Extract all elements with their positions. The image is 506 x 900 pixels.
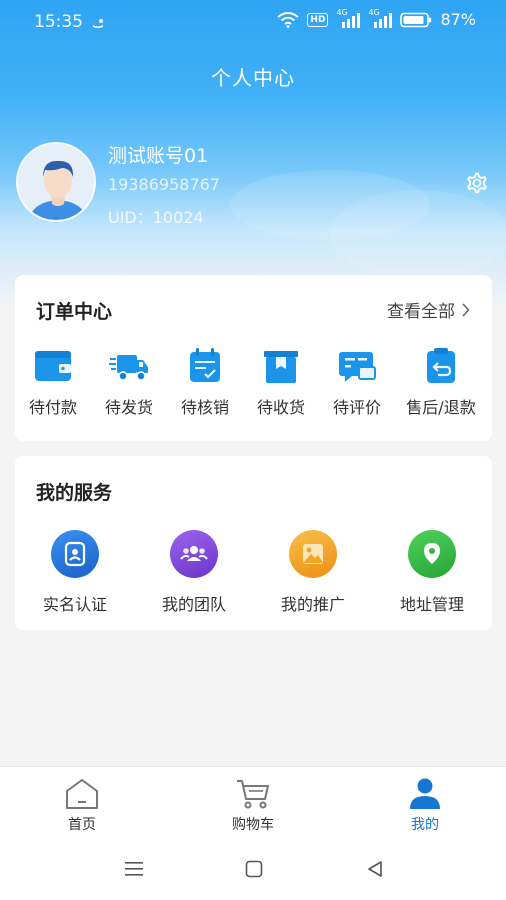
order-pending-receipt[interactable]: 待收货 xyxy=(243,347,319,418)
order-item-label: 待评价 xyxy=(332,398,381,417)
tab-label: 我的 xyxy=(411,817,439,833)
location-icon xyxy=(424,543,440,564)
person-icon xyxy=(410,778,440,809)
tab-home[interactable]: 首页 xyxy=(42,777,122,834)
profile-phone: 19386958767 xyxy=(108,175,220,194)
battery-icon xyxy=(400,12,432,27)
page-title: 个人中心 xyxy=(211,66,295,90)
view-all-orders-link[interactable]: 查看全部 xyxy=(387,297,470,322)
system-navigation-bar xyxy=(0,838,506,900)
order-item-label: 待收货 xyxy=(256,398,305,417)
wallet-icon xyxy=(35,351,71,381)
id-card-icon xyxy=(64,541,86,567)
order-center-title: 订单中心 xyxy=(36,301,113,323)
my-services-card: 我的服务 实名认证 我的团队 我的推广 地址管理 xyxy=(15,456,492,630)
tab-label: 购物车 xyxy=(232,817,274,833)
order-pending-payment[interactable]: 待付款 xyxy=(15,347,91,418)
tab-label: 首页 xyxy=(68,817,96,833)
back-icon[interactable] xyxy=(366,860,384,878)
cart-icon xyxy=(237,780,269,809)
menu-icon[interactable] xyxy=(124,860,144,878)
return-icon xyxy=(427,348,455,383)
order-item-label: 待发货 xyxy=(104,398,153,417)
package-icon xyxy=(264,351,298,383)
wifi-icon xyxy=(277,11,300,28)
home-icon xyxy=(66,779,98,809)
chevron-right-icon xyxy=(462,302,470,317)
service-item-label: 实名认证 xyxy=(42,595,107,614)
avatar[interactable] xyxy=(16,142,96,222)
gear-icon[interactable] xyxy=(463,169,491,197)
order-item-label: 售后/退款 xyxy=(406,398,476,417)
profile-name: 测试账号01 xyxy=(108,145,209,167)
my-services-title: 我的服务 xyxy=(36,482,113,504)
service-my-team[interactable]: 我的团队 xyxy=(144,530,244,615)
image-icon xyxy=(303,544,323,564)
order-item-label: 待核销 xyxy=(180,398,229,417)
order-item-label: 待付款 xyxy=(28,398,77,417)
order-center-card: 订单中心 查看全部 待付款 待发货 待核销 待收货 待评价 售后/退款 xyxy=(15,275,492,441)
bottom-tab-bar: 首页 购物车 我的 xyxy=(0,766,506,838)
team-icon xyxy=(180,546,208,561)
profile-uid: UID：10024 xyxy=(108,208,204,227)
notification-icon xyxy=(93,19,103,28)
order-after-sales[interactable]: 售后/退款 xyxy=(403,347,479,418)
order-pending-shipment[interactable]: 待发货 xyxy=(91,347,167,418)
service-my-promotion[interactable]: 我的推广 xyxy=(263,530,363,615)
tab-mine[interactable]: 我的 xyxy=(385,777,465,834)
tab-cart[interactable]: 购物车 xyxy=(213,777,293,834)
signal-icon-1: 4G xyxy=(336,8,361,29)
truck-icon xyxy=(109,355,148,381)
comment-icon xyxy=(339,352,376,382)
signal-icon-2: 4G xyxy=(368,8,393,29)
battery-percent: 87% xyxy=(440,10,476,29)
service-item-label: 地址管理 xyxy=(399,595,464,614)
service-item-label: 我的推广 xyxy=(280,595,345,614)
service-address-management[interactable]: 地址管理 xyxy=(382,530,482,615)
hd-badge: HD xyxy=(307,12,329,27)
order-pending-review[interactable]: 待评价 xyxy=(319,347,395,418)
calendar-check-icon xyxy=(190,348,220,382)
service-real-name-auth[interactable]: 实名认证 xyxy=(25,530,125,615)
status-time: 15:35 xyxy=(34,12,83,32)
order-pending-verification[interactable]: 待核销 xyxy=(167,347,243,418)
status-bar: 15:35 HD 4G 4G 87% xyxy=(0,0,506,44)
view-all-label: 查看全部 xyxy=(387,302,455,322)
service-item-label: 我的团队 xyxy=(161,595,226,614)
home-square-icon[interactable] xyxy=(245,860,263,878)
